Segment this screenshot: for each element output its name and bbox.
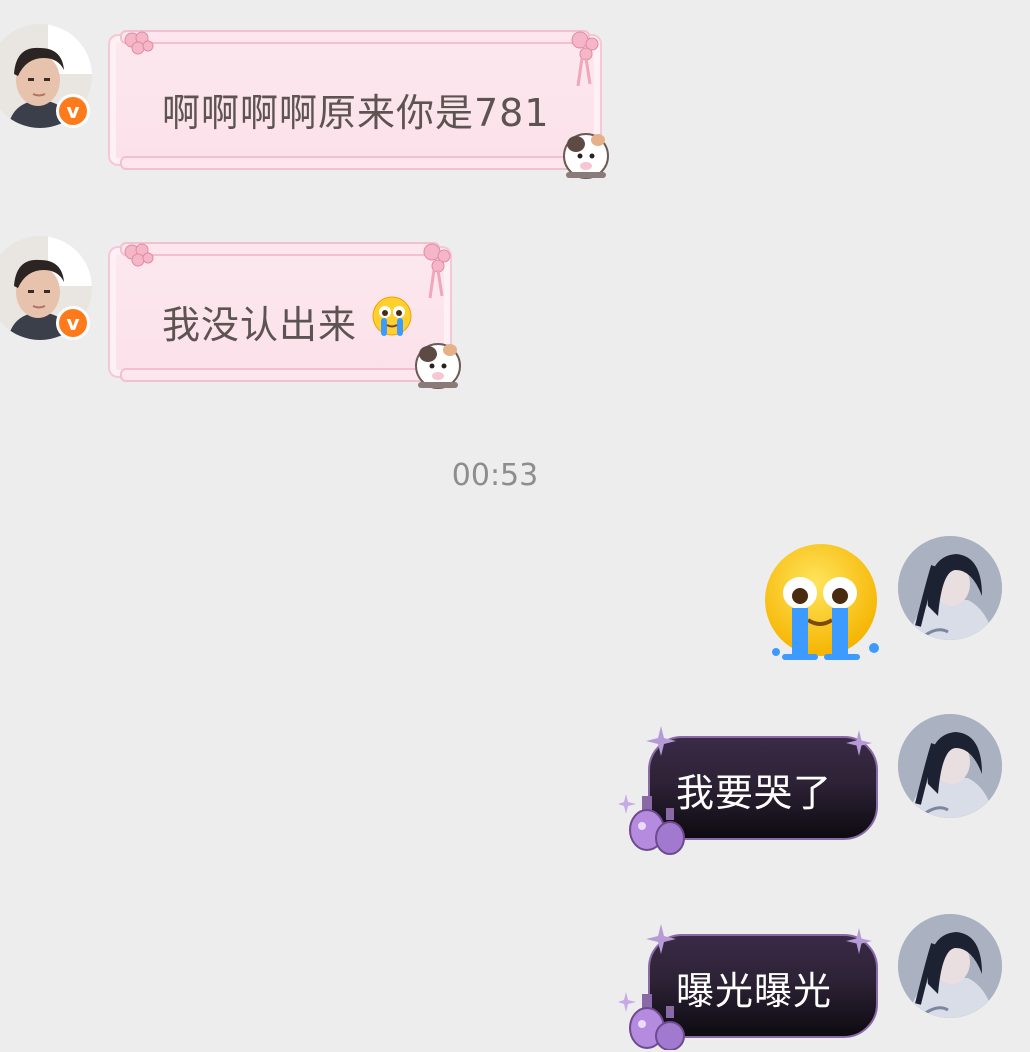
sakura-ribbon-icon	[571, 31, 599, 87]
message-text: 我没认出来	[162, 303, 358, 347]
anime-character-avatar	[898, 536, 1002, 640]
message-bubble[interactable]: 啊啊啊啊原来你是781	[108, 30, 602, 170]
sakura-icon	[124, 243, 154, 267]
sparkle-icon	[646, 726, 676, 756]
message-text: 啊啊啊啊原来你是781	[162, 91, 550, 135]
sparkle-icon	[846, 928, 872, 954]
sparkle-icon	[646, 924, 676, 954]
verified-badge: v	[56, 306, 90, 340]
scroll-decoration	[120, 368, 440, 382]
message-text: 曝光曝光	[676, 969, 833, 1013]
timestamp: 00:53	[451, 458, 539, 493]
sakura-ribbon-icon	[423, 243, 451, 299]
scroll-decoration	[120, 30, 590, 44]
scroll-decoration	[120, 242, 440, 256]
anime-character-avatar	[898, 714, 1002, 818]
scroll-decoration	[120, 156, 590, 170]
my-avatar[interactable]	[898, 536, 1002, 640]
hamster-icon	[563, 133, 609, 179]
crying-emoji-sticker[interactable]	[756, 538, 886, 668]
message-bubble[interactable]: 我没认出来	[108, 242, 452, 382]
potion-bottles-icon	[618, 992, 685, 1050]
my-avatar[interactable]	[898, 914, 1002, 1018]
verified-badge: v	[56, 94, 90, 128]
my-avatar[interactable]	[898, 714, 1002, 818]
hamster-icon	[415, 343, 461, 389]
message-text: 我要哭了	[676, 771, 833, 815]
sakura-icon	[124, 31, 154, 55]
potion-bottles-icon	[618, 794, 685, 855]
anime-character-avatar	[898, 914, 1002, 1018]
sparkle-icon	[846, 730, 872, 756]
crying-emoji-icon	[372, 296, 412, 336]
